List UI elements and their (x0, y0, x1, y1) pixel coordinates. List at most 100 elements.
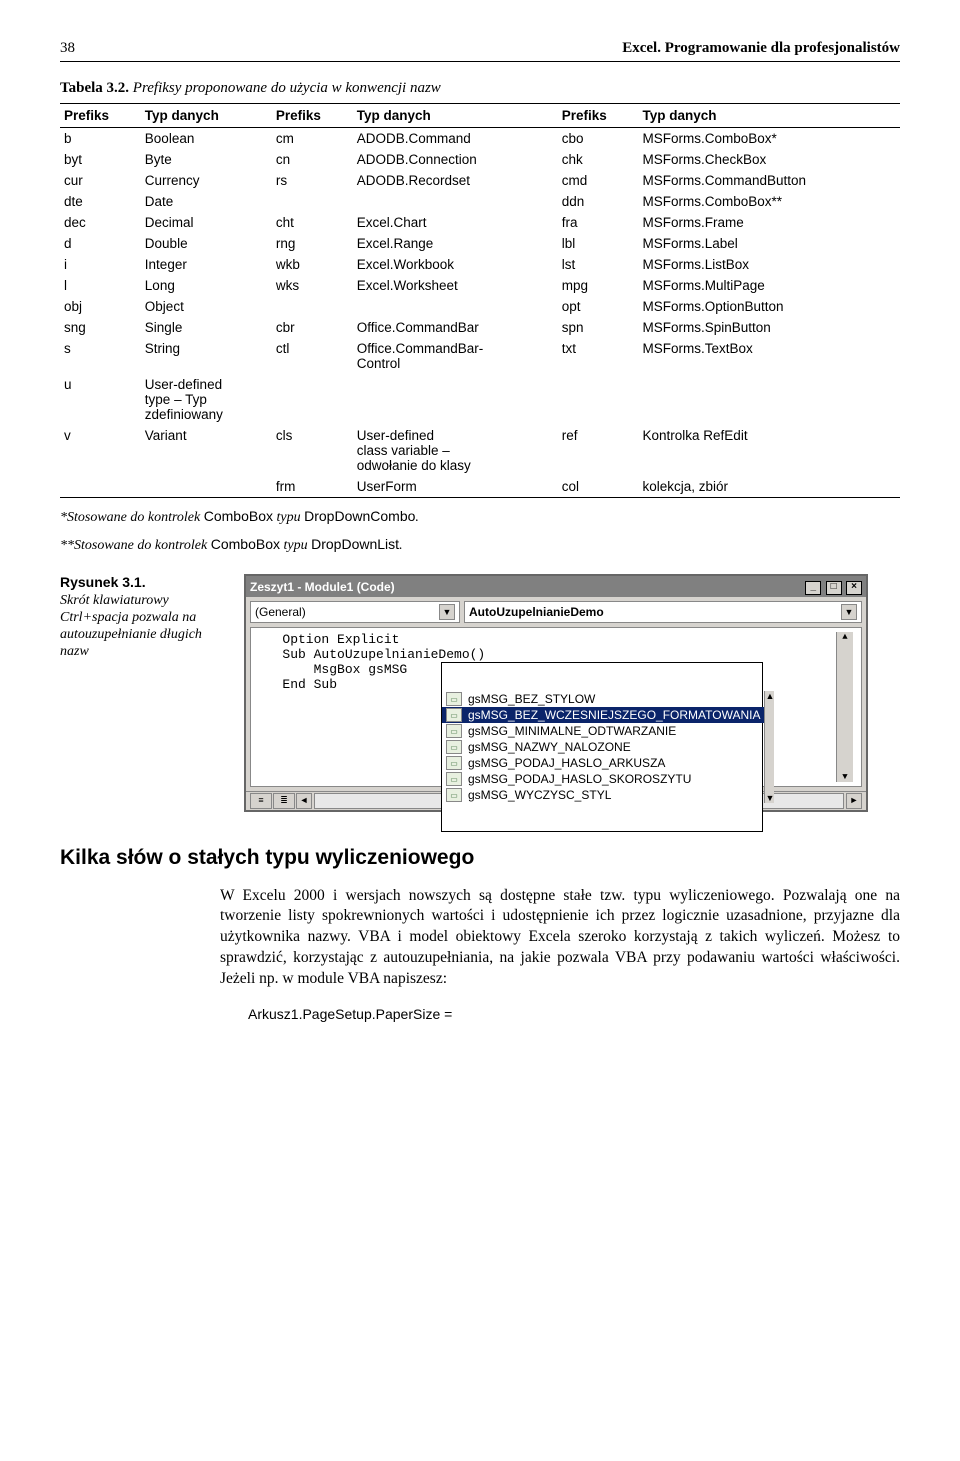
table-cell: dec (60, 212, 141, 233)
window-titlebar: Zeszyt1 - Module1 (Code) _ □ × (246, 576, 866, 597)
autocomplete-item-label: gsMSG_BEZ_WCZESNIEJSZEGO_FORMATOWANIA (468, 708, 760, 722)
minimize-icon[interactable]: _ (805, 581, 821, 595)
autocomplete-item[interactable]: ▭gsMSG_MINIMALNE_ODTWARZANIE (442, 723, 764, 739)
scroll-up-icon[interactable]: ▲ (842, 632, 847, 642)
constant-icon: ▭ (446, 708, 462, 722)
table-cell: v (60, 425, 141, 476)
autocomplete-item[interactable]: ▭ gsMSG_BEZ_WCZESNIEJSZEGO_FORMATOWANIA (442, 707, 764, 723)
table-row: dDoublerngExcel.RangelblMSForms.Label (60, 233, 900, 254)
inline-code: Arkusz1.PageSetup.PaperSize = (248, 1006, 900, 1022)
table-cell: b (60, 128, 141, 150)
code-window-screenshot: Zeszyt1 - Module1 (Code) _ □ × (General)… (244, 574, 868, 812)
prefix-table: PrefiksTyp danychPrefiksTyp danychPrefik… (60, 103, 900, 498)
table-cell: String (141, 338, 272, 374)
table-cell: ADODB.Connection (353, 149, 558, 170)
table-cell: chk (558, 149, 639, 170)
table-cell: MSForms.CommandButton (639, 170, 900, 191)
autocomplete-item-label: gsMSG_PODAJ_HASLO_ARKUSZA (468, 756, 665, 770)
book-title: Excel. Programowanie dla profesjonalistó… (622, 40, 900, 57)
window-buttons: _ □ × (804, 578, 862, 595)
table-row: vVariantclsUser-defined class variable –… (60, 425, 900, 476)
autocomplete-item[interactable]: ▭gsMSG_PODAJ_HASLO_SKOROSZYTU (442, 771, 764, 787)
table-cell: cht (272, 212, 353, 233)
maximize-icon[interactable]: □ (826, 581, 842, 595)
autocomplete-item[interactable]: ▭gsMSG_NAZWY_NALOZONE (442, 739, 764, 755)
autocomplete-item-label: gsMSG_BEZ_STYLOW (468, 692, 595, 706)
table-row: iIntegerwkbExcel.WorkbooklstMSForms.List… (60, 254, 900, 275)
table-header-cell: Prefiks (272, 104, 353, 128)
close-icon[interactable]: × (846, 581, 862, 595)
table-cell: obj (60, 296, 141, 317)
procedure-view-icon[interactable]: ≣ (273, 793, 295, 809)
chevron-down-icon[interactable]: ▼ (841, 604, 857, 620)
full-module-view-icon[interactable]: ≡ (250, 793, 272, 809)
page-header: 38 Excel. Programowanie dla profesjonali… (60, 40, 900, 62)
constant-icon: ▭ (446, 772, 462, 786)
table-row: objObjectoptMSForms.OptionButton (60, 296, 900, 317)
table-cell: Office.CommandBar- Control (353, 338, 558, 374)
procedure-dropdown[interactable]: AutoUzupelnianieDemo ▼ (464, 601, 862, 623)
table-cell: i (60, 254, 141, 275)
table-row: bBooleancmADODB.CommandcboMSForms.ComboB… (60, 128, 900, 150)
table-cell: cur (60, 170, 141, 191)
table-cell: wkb (272, 254, 353, 275)
table-row: bytBytecnADODB.ConnectionchkMSForms.Chec… (60, 149, 900, 170)
autocomplete-item[interactable]: ▭gsMSG_PODAJ_HASLO_ARKUSZA (442, 755, 764, 771)
table-row: sngSinglecbrOffice.CommandBarspnMSForms.… (60, 317, 900, 338)
table-cell: cmd (558, 170, 639, 191)
table-cell: dte (60, 191, 141, 212)
code-pane[interactable]: Option Explicit Sub AutoUzupelnianieDemo… (250, 627, 862, 787)
figure-label: Rysunek 3.1. (60, 574, 230, 590)
table-cell (353, 374, 558, 425)
table-cell: Single (141, 317, 272, 338)
footnote-1: *Stosowane do kontrolek ComboBox typu Dr… (60, 508, 900, 526)
autocomplete-item-label: gsMSG_NAZWY_NALOZONE (468, 740, 631, 754)
table-cell: MSForms.SpinButton (639, 317, 900, 338)
autocomplete-popup[interactable]: ▭ gsMSG_BEZ_STYLOW ▭ gsMSG_BEZ_WCZESNIEJSZE… (441, 662, 763, 832)
table-cell: ref (558, 425, 639, 476)
table-row: dteDateddnMSForms.ComboBox** (60, 191, 900, 212)
table-cell: lst (558, 254, 639, 275)
body-paragraph: W Excelu 2000 i wersjach nowszych są dos… (220, 886, 900, 991)
table-cell: Currency (141, 170, 272, 191)
table-number: Tabela 3.2. (60, 80, 129, 96)
table-header-cell: Typ danych (639, 104, 900, 128)
table-cell (353, 191, 558, 212)
table-cell: MSForms.MultiPage (639, 275, 900, 296)
autocomplete-scrollbar[interactable]: ▲ ▼ (764, 691, 774, 803)
table-cell: MSForms.ComboBox* (639, 128, 900, 150)
chevron-down-icon[interactable]: ▼ (439, 604, 455, 620)
procedure-dropdown-value: AutoUzupelnianieDemo (469, 605, 604, 619)
table-header-cell: Typ danych (353, 104, 558, 128)
table-cell (272, 374, 353, 425)
table-cell: MSForms.ListBox (639, 254, 900, 275)
table-cell: cls (272, 425, 353, 476)
scroll-down-icon[interactable]: ▼ (765, 793, 774, 803)
table-cell: Integer (141, 254, 272, 275)
autocomplete-item-label: gsMSG_WYCZYSC_STYL (468, 788, 611, 802)
table-cell: Decimal (141, 212, 272, 233)
section-heading: Kilka słów o stałych typu wyliczeniowego (60, 846, 900, 870)
scroll-down-icon[interactable]: ▼ (842, 772, 847, 782)
autocomplete-item[interactable]: ▭gsMSG_WYCZYSC_STYL (442, 787, 764, 803)
autocomplete-item-label: gsMSG_MINIMALNE_ODTWARZANIE (468, 724, 676, 738)
autocomplete-item[interactable]: ▭ gsMSG_BEZ_STYLOW (442, 691, 764, 707)
table-cell: Boolean (141, 128, 272, 150)
table-cell: s (60, 338, 141, 374)
object-dropdown[interactable]: (General) ▼ (250, 601, 460, 623)
scroll-right-icon[interactable]: ► (846, 793, 862, 809)
table-cell: User-defined type – Typ zdefiniowany (141, 374, 272, 425)
constant-icon: ▭ (446, 692, 462, 706)
page-number: 38 (60, 40, 75, 57)
table-cell: MSForms.Label (639, 233, 900, 254)
table-cell (639, 374, 900, 425)
vertical-scrollbar[interactable]: ▲ ▼ (836, 632, 853, 782)
table-cell: Variant (141, 425, 272, 476)
table-cell: MSForms.ComboBox** (639, 191, 900, 212)
table-cell: opt (558, 296, 639, 317)
scroll-up-icon[interactable]: ▲ (765, 691, 774, 701)
table-title: Prefiksy proponowane do użycia w konwenc… (133, 80, 441, 96)
table-cell: rs (272, 170, 353, 191)
scroll-left-icon[interactable]: ◄ (296, 793, 312, 809)
table-header-cell: Prefiks (60, 104, 141, 128)
